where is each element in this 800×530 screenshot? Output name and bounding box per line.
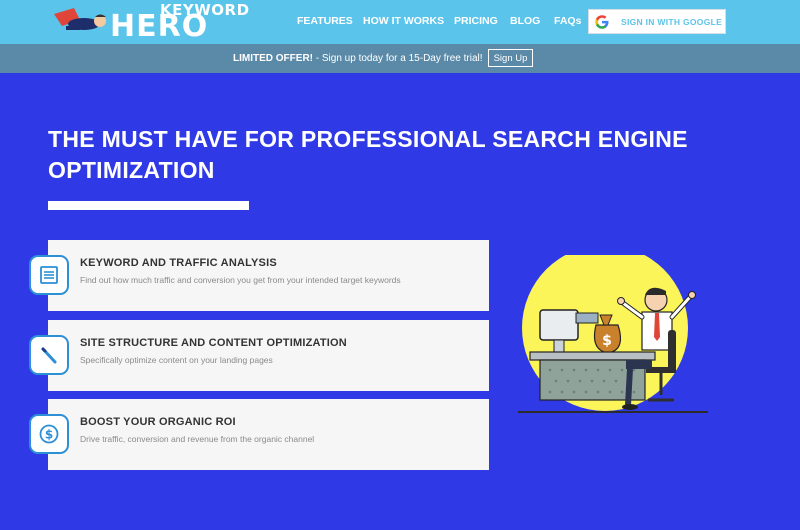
promo-bar: LIMITED OFFER! - Sign up today for a 15-… bbox=[0, 44, 800, 73]
promo-bold: LIMITED OFFER! bbox=[233, 53, 313, 64]
dollar-icon: $ bbox=[29, 414, 69, 454]
feature-card: KEYWORD AND TRAFFIC ANALYSIS Find out ho… bbox=[48, 240, 489, 311]
feature-card: BOOST YOUR ORGANIC ROI Drive traffic, co… bbox=[48, 399, 489, 470]
nav-pricing[interactable]: PRICING bbox=[454, 15, 498, 27]
brand-logo[interactable]: KEYWORD HERO bbox=[52, 0, 249, 44]
promo-message: - Sign up today for a 15-Day free trial! bbox=[313, 53, 483, 64]
google-sign-in-button[interactable]: SIGN IN WITH GOOGLE bbox=[588, 9, 726, 34]
nav-blog[interactable]: BLOG bbox=[510, 15, 540, 27]
brand-name-line2: HERO bbox=[110, 9, 209, 44]
money-bag-symbol: $ bbox=[602, 333, 612, 349]
document-icon bbox=[29, 255, 69, 295]
feature-description: Specifically optimize content on your la… bbox=[80, 355, 273, 365]
feature-description: Find out how much traffic and conversion… bbox=[80, 275, 401, 285]
site-header: KEYWORD HERO FEATURES HOW IT WORKS PRICI… bbox=[0, 0, 800, 44]
nav-faqs[interactable]: FAQs bbox=[554, 15, 581, 27]
hero-headline: THE MUST HAVE FOR PROFESSIONAL SEARCH EN… bbox=[48, 126, 688, 183]
feature-title: BOOST YOUR ORGANIC ROI bbox=[80, 416, 236, 428]
businessman-illustration: $ bbox=[518, 255, 708, 413]
sign-up-button[interactable]: Sign Up bbox=[488, 49, 533, 67]
google-icon bbox=[595, 14, 609, 29]
feature-title: KEYWORD AND TRAFFIC ANALYSIS bbox=[80, 257, 277, 269]
superhero-logo-icon bbox=[54, 8, 106, 30]
feature-description: Drive traffic, conversion and revenue fr… bbox=[80, 434, 315, 444]
nav-features[interactable]: FEATURES bbox=[297, 15, 353, 27]
nav-how-it-works[interactable]: HOW IT WORKS bbox=[363, 15, 444, 27]
google-sign-in-label: SIGN IN WITH GOOGLE bbox=[621, 16, 723, 27]
feature-title: SITE STRUCTURE AND CONTENT OPTIMIZATION bbox=[80, 337, 347, 349]
promo-text: LIMITED OFFER! - Sign up today for a 15-… bbox=[233, 53, 483, 64]
pencil-icon bbox=[29, 335, 69, 375]
headline-underline bbox=[48, 201, 249, 210]
svg-text:$: $ bbox=[45, 428, 53, 442]
feature-card: SITE STRUCTURE AND CONTENT OPTIMIZATION … bbox=[48, 320, 489, 391]
